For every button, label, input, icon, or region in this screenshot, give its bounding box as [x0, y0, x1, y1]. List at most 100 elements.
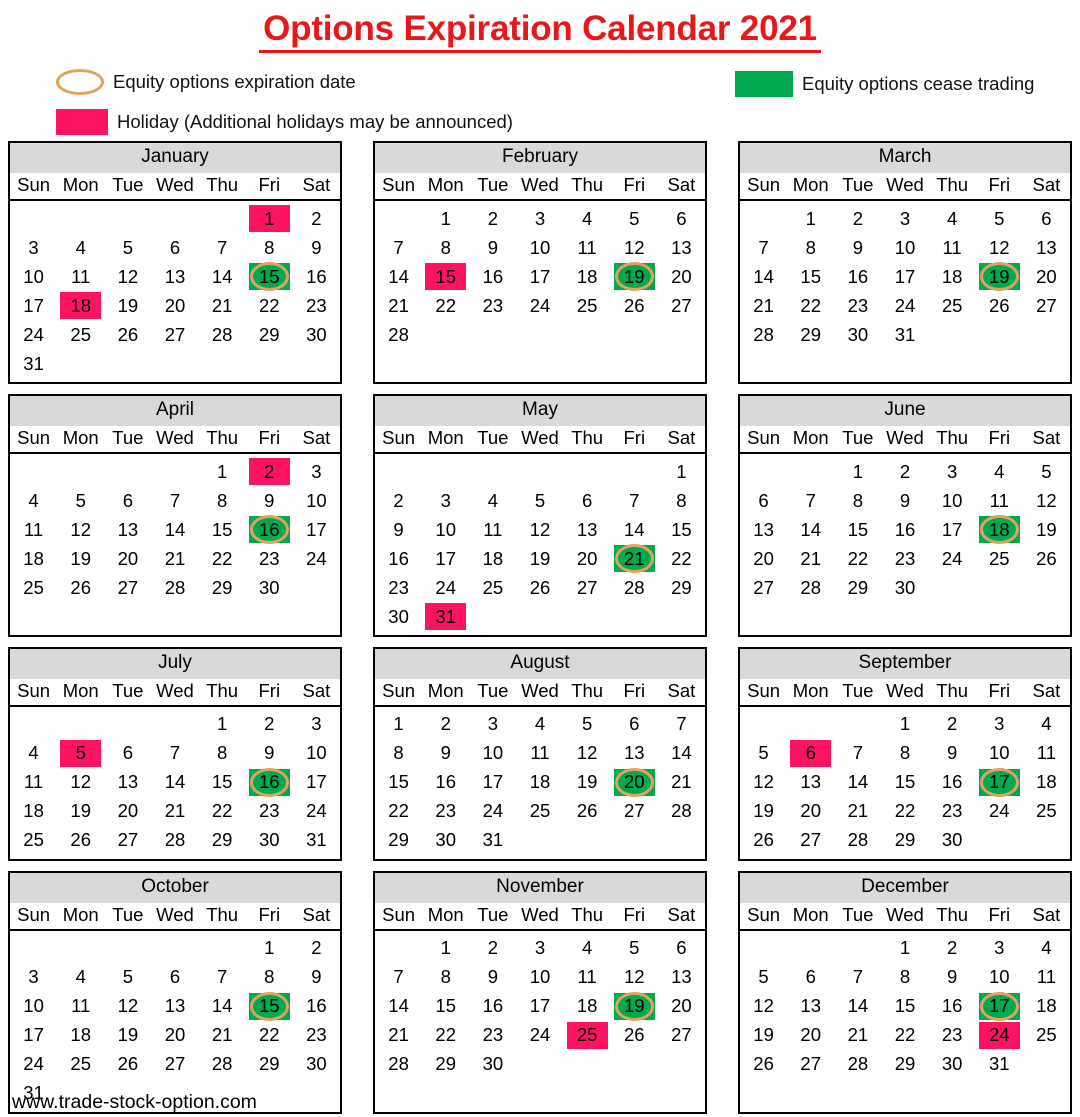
day-cell: 12 — [976, 233, 1023, 262]
legend-item-label: Equity options expiration date — [113, 71, 356, 93]
day-number: 18 — [1036, 995, 1057, 1017]
day-number: 2 — [946, 713, 958, 735]
day-cell: 10 — [293, 739, 340, 768]
day-number: 27 — [623, 800, 645, 822]
day-cell: 4 — [1023, 934, 1070, 963]
day-number: 26 — [1036, 547, 1057, 569]
day-cell: 12 — [1023, 486, 1070, 515]
day-number: 29 — [894, 1053, 916, 1075]
day-number: 10 — [529, 236, 551, 258]
month-card: February Sun Mon Tue Wed Thu Fri Sat 1 2 3 4 5 6 7 8 9 10… — [373, 141, 707, 385]
day-number: 6 — [676, 937, 687, 959]
day-number: 28 — [847, 1053, 869, 1075]
day-cell: 25 — [57, 1050, 104, 1079]
day-number: 14 — [623, 518, 645, 540]
day-number: 19 — [623, 265, 645, 287]
day-number: 15 — [211, 771, 233, 793]
day-cell: 6 — [564, 486, 611, 515]
weekday-label: Thu — [206, 427, 239, 449]
day-cell: 23 — [375, 573, 422, 602]
day-cell: 20 — [787, 797, 834, 826]
weekday-label: Sun — [747, 903, 781, 925]
day-number: 12 — [576, 742, 598, 764]
day-number: 23 — [435, 800, 456, 822]
day-cell: 3 — [516, 204, 563, 233]
day-cell: 7 — [151, 486, 198, 515]
day-number: 2 — [852, 207, 863, 229]
day-number: 29 — [388, 829, 409, 851]
day-cell: 4 — [976, 457, 1023, 486]
month-card: October Sun Mon Tue Wed Thu Fri Sat 1 2 3 4 5 6 7 8 9 10 1… — [8, 870, 342, 1114]
day-cell: 7 — [375, 963, 422, 992]
day-cell: 18 — [469, 544, 516, 573]
day-number: 30 — [435, 829, 456, 851]
weekday-label: Thu — [571, 903, 604, 925]
day-number: 17 — [435, 547, 456, 569]
day-number: 24 — [529, 1024, 551, 1046]
day-cell-holiday: 25 — [564, 1021, 611, 1050]
weekday-label: Thu — [571, 679, 604, 701]
day-number: 4 — [487, 489, 498, 511]
day-number: 27 — [800, 1053, 821, 1075]
day-number: 6 — [758, 489, 769, 511]
day-number: 27 — [800, 829, 821, 851]
day-cell: 22 — [834, 544, 881, 573]
weekday-label: Sat — [1032, 679, 1061, 701]
day-cell: 28 — [375, 320, 422, 349]
weekday-label: Sun — [747, 174, 781, 196]
day-number: 15 — [435, 995, 456, 1017]
day-cell: 20 — [104, 544, 151, 573]
day-number: 19 — [117, 1024, 139, 1046]
weekday-header-row: Sun Mon Tue Wed Thu Fri Sat — [375, 173, 705, 202]
day-number: 19 — [1036, 518, 1057, 540]
day-number: 1 — [216, 713, 228, 735]
day-number: 3 — [487, 713, 498, 735]
calendar-grid: January Sun Mon Tue Wed Thu Fri Sat 1 2 3 4 5 6 7 8 9 10 1… — [0, 141, 1080, 1114]
weekday-label: Wed — [886, 903, 924, 925]
orange-ellipse-icon — [56, 69, 104, 96]
day-cell: 24 — [881, 291, 928, 320]
day-number: 16 — [306, 265, 327, 287]
legend-item-label: Equity options cease trading — [802, 73, 1035, 95]
day-cell: 27 — [658, 291, 705, 320]
day-number: 12 — [753, 771, 774, 793]
day-number: 26 — [117, 1053, 139, 1075]
day-number: 24 — [435, 576, 456, 598]
day-number: 1 — [216, 460, 228, 482]
days-grid: 1 2 3 4 5 6 7 8 9 10 11 12 13 14 15 16 17 18 19 20 21 22 23 24 2… — [375, 931, 705, 1083]
day-cell: 2 — [375, 486, 422, 515]
days-grid: 1 2 3 4 5 6 7 8 9 10 11 12 13 14 15 16 17 18 19 20 21 22 23 24 2… — [10, 201, 340, 382]
weekday-header-row: Sun Mon Tue Wed Thu Fri Sat — [10, 678, 340, 707]
day-cell: 18 — [929, 262, 976, 291]
day-number: 5 — [122, 236, 133, 258]
day-cell: 24 — [516, 291, 563, 320]
day-cell: 25 — [1023, 797, 1070, 826]
day-number: 28 — [388, 323, 409, 345]
day-number: 25 — [482, 576, 504, 598]
day-number: 2 — [393, 489, 404, 511]
weekday-header-row: Sun Mon Tue Wed Thu Fri Sat — [740, 173, 1070, 202]
day-cell: 21 — [834, 1021, 881, 1050]
day-number: 13 — [576, 518, 598, 540]
day-cell: 30 — [834, 320, 881, 349]
day-number: 21 — [623, 547, 645, 569]
day-cell: 21 — [740, 291, 787, 320]
month-title: November — [375, 872, 705, 903]
day-cell: 19 — [104, 1021, 151, 1050]
day-cell: 19 — [57, 797, 104, 826]
day-cell: 26 — [564, 797, 611, 826]
legend-item-cease-trading: Equity options cease trading — [735, 71, 1035, 98]
day-number: 10 — [988, 966, 1010, 988]
day-number: 8 — [899, 966, 911, 988]
day-cell: 15 — [199, 515, 246, 544]
day-number: 28 — [211, 323, 233, 345]
day-cell: 4 — [564, 934, 611, 963]
day-number: 22 — [847, 547, 869, 569]
day-number: 27 — [164, 323, 186, 345]
day-number: 14 — [847, 771, 869, 793]
weekday-label: Thu — [206, 903, 239, 925]
day-number: 23 — [847, 294, 869, 316]
day-number: 29 — [211, 829, 233, 851]
day-cell: 11 — [976, 486, 1023, 515]
day-cell: 31 — [881, 320, 928, 349]
